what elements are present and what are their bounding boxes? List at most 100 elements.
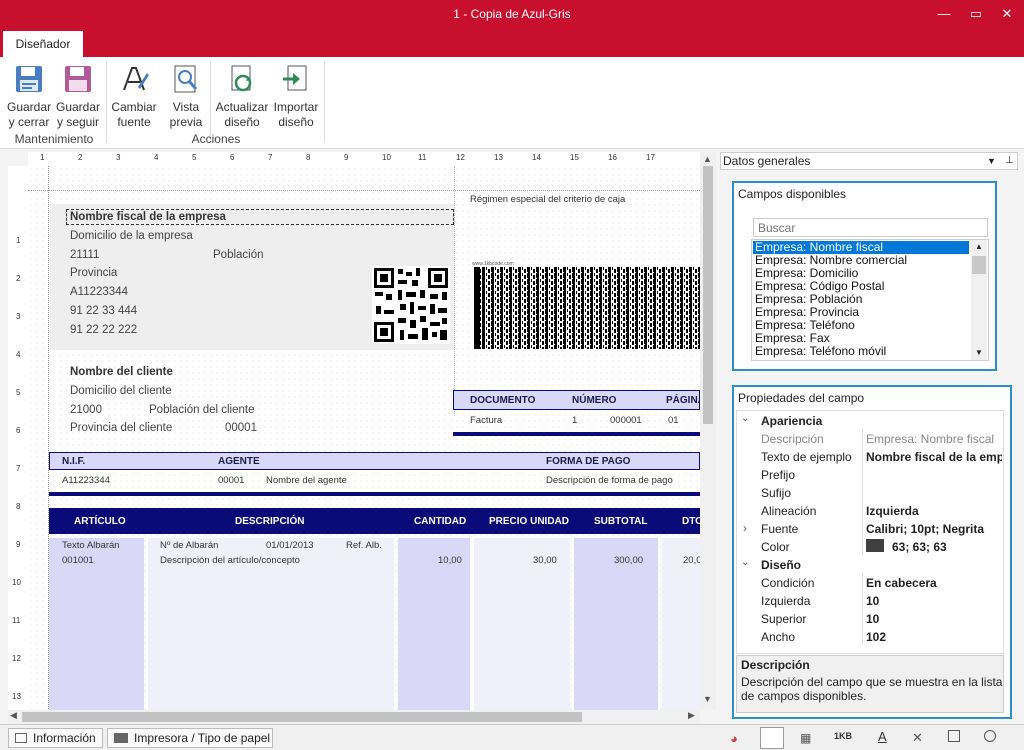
client-code[interactable]: 00001	[225, 422, 257, 434]
doc-value-numero2[interactable]: 000001	[610, 415, 642, 426]
guardar-seguir-button[interactable]: Guardar y seguir	[54, 63, 102, 130]
impresora-tab[interactable]: Impresora / Tipo de papel	[107, 728, 273, 748]
vista-previa-button[interactable]: Vista previa	[164, 63, 208, 130]
prop-sufijo-value[interactable]	[866, 486, 1002, 500]
qr-code-image[interactable]	[372, 266, 450, 344]
lines-header-precio[interactable]: PRECIO UNIDAD	[489, 516, 569, 527]
company-fax[interactable]: 91 22 22 222	[70, 324, 137, 336]
lines-header-subtotal[interactable]: SUBTOTAL	[594, 516, 648, 527]
horizontal-scrollbar[interactable]: ◀ ▶	[8, 710, 700, 724]
line-nro-albaran[interactable]: Nº de Albarán	[160, 540, 218, 551]
text-icon[interactable]: A	[878, 729, 887, 744]
company-phone[interactable]: 91 22 33 444	[70, 305, 137, 317]
prop-superior-value[interactable]: 10	[866, 612, 879, 626]
company-address[interactable]: Domicilio de la empresa	[70, 230, 193, 242]
informacion-tab[interactable]: Información	[8, 728, 103, 748]
company-province[interactable]: Provincia	[70, 267, 117, 279]
company-nif[interactable]: A11223344	[70, 286, 128, 298]
prop-fuente-value[interactable]: Calibri; 10pt; Negrita	[866, 522, 984, 536]
doc-header-numero[interactable]: NÚMERO	[572, 395, 616, 406]
client-city[interactable]: Población del cliente	[149, 404, 255, 416]
cambiar-fuente-button[interactable]: Cambiar fuente	[110, 63, 158, 130]
prop-color-value[interactable]: 63; 63; 63	[892, 540, 947, 554]
line-descripcion[interactable]: Descripción del artículo/concepto	[160, 555, 300, 566]
info-header-nif[interactable]: N.I.F.	[62, 456, 85, 467]
doc-value-documento[interactable]: Factura	[470, 415, 502, 426]
info-value-forma-pago[interactable]: Descripción de forma de pago	[546, 475, 673, 486]
client-name[interactable]: Nombre del cliente	[70, 366, 173, 378]
campos-scrollbar[interactable]: ▲ ▼	[971, 240, 987, 360]
line-precio[interactable]: 30,00	[533, 555, 557, 566]
client-province[interactable]: Provincia del cliente	[70, 422, 172, 434]
pdf417-barcode-image[interactable]	[474, 267, 700, 349]
guardar-cerrar-button[interactable]: Guardar y cerrar	[6, 63, 52, 130]
fields-icon[interactable]	[760, 727, 784, 749]
lines-header-articulo[interactable]: ARTÍCULO	[74, 516, 126, 527]
prop-ancho-value[interactable]: 102	[866, 630, 886, 644]
campos-search-input[interactable]	[753, 218, 988, 237]
prop-prefijo-value[interactable]	[866, 468, 1002, 482]
prop-izquierda-value[interactable]: 10	[866, 594, 879, 608]
pin-icon[interactable]: ⊥	[1005, 153, 1014, 169]
tab-disenador[interactable]: Diseñador	[3, 31, 83, 57]
lines-header-descripcion[interactable]: DESCRIPCIÓN	[235, 516, 304, 527]
doc-header-documento[interactable]: DOCUMENTO	[470, 395, 535, 406]
regime-text[interactable]: Régimen especial del criterio de caja	[470, 194, 625, 205]
info-value-nif[interactable]: A11223344	[62, 475, 110, 486]
diseno-category[interactable]: Diseño	[761, 558, 801, 572]
dropdown-arrow-icon[interactable]: ▼	[987, 153, 996, 169]
close-button[interactable]: ✕	[995, 4, 1019, 24]
info-value-agente-code[interactable]: 00001	[218, 475, 244, 486]
campo-item[interactable]: Empresa: Teléfono móvil	[753, 345, 969, 358]
scroll-up-icon[interactable]: ▲	[975, 242, 983, 251]
collapse-icon[interactable]: ⌄	[741, 557, 749, 568]
actualizar-diseno-button[interactable]: Actualizar diseño	[214, 63, 270, 130]
line-dto[interactable]: 20,0	[683, 555, 700, 566]
lines-header-cantidad[interactable]: CANTIDAD	[414, 516, 466, 527]
company-city[interactable]: Población	[213, 249, 264, 261]
minimize-button[interactable]: —	[932, 4, 956, 24]
barcode-icon[interactable]: 1KB	[834, 731, 852, 741]
collapse-icon[interactable]: ⌄	[741, 413, 749, 424]
line-cantidad[interactable]: 10,00	[438, 555, 462, 566]
ellipse-icon[interactable]	[984, 730, 996, 742]
color-swatch[interactable]	[866, 539, 884, 552]
prop-texto-value[interactable]: Nombre fiscal de la empresa	[866, 450, 1002, 464]
scroll-up-icon[interactable]: ▲	[703, 154, 712, 164]
prop-alineacion-value[interactable]: Izquierda	[866, 504, 919, 518]
rectangle-icon[interactable]	[948, 730, 960, 742]
importar-diseno-button[interactable]: Importar diseño	[272, 63, 320, 130]
vertical-scrollbar[interactable]: ▲ ▼	[700, 152, 716, 710]
line-ref[interactable]: Ref. Alb.	[346, 540, 382, 551]
company-name[interactable]: Nombre fiscal de la empresa	[70, 211, 226, 223]
line-albaran-label[interactable]: Texto Albarán	[62, 540, 120, 551]
campos-scroll-thumb[interactable]	[972, 256, 986, 274]
palette-icon[interactable]: ◕	[730, 731, 738, 746]
apariencia-category[interactable]: Apariencia	[761, 414, 822, 428]
report-canvas[interactable]: Nombre fiscal de la empresa Domicilio de…	[28, 166, 700, 711]
info-value-agente-name[interactable]: Nombre del agente	[266, 475, 347, 486]
datos-generales-dropdown[interactable]: Datos generales ▼ ⊥	[720, 152, 1018, 170]
client-postal[interactable]: 21000	[70, 404, 102, 416]
line-subtotal[interactable]: 300,00	[614, 555, 643, 566]
line-fecha[interactable]: 01/01/2013	[266, 540, 314, 551]
scroll-right-icon[interactable]: ▶	[688, 710, 695, 721]
vertical-scroll-thumb[interactable]	[703, 166, 713, 424]
scroll-down-icon[interactable]: ▼	[975, 348, 983, 357]
line-codigo[interactable]: 001001	[62, 555, 94, 566]
scroll-left-icon[interactable]: ◀	[10, 710, 17, 721]
expand-icon[interactable]: ›	[743, 521, 747, 535]
doc-header-pagina[interactable]: PÁGINA	[666, 395, 700, 406]
company-postal[interactable]: 21111	[70, 249, 99, 261]
lines-header-dto[interactable]: DTO	[682, 516, 700, 527]
table-icon[interactable]: ▦	[800, 731, 811, 745]
doc-value-pagina[interactable]: 01	[668, 415, 679, 426]
prop-condicion-value[interactable]: En cabecera	[866, 576, 937, 590]
doc-value-numero1[interactable]: 1	[572, 415, 577, 426]
horizontal-scroll-thumb[interactable]	[22, 712, 582, 722]
info-header-agente[interactable]: AGENTE	[218, 456, 260, 467]
client-address[interactable]: Domicilio del cliente	[70, 385, 172, 397]
line-icon[interactable]: ✕	[912, 730, 923, 746]
maximize-button[interactable]: ▭	[964, 4, 988, 24]
scroll-down-icon[interactable]: ▼	[703, 694, 712, 704]
